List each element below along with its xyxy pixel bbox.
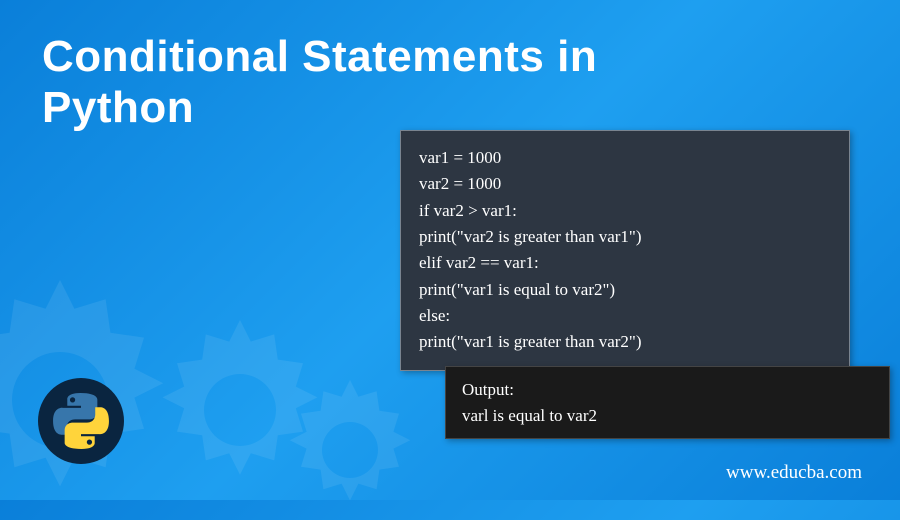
website-url: www.educba.com [726,462,862,484]
title-line-1: Conditional Statements in [42,32,597,83]
output-block: Output: varl is equal to var2 [445,366,890,439]
code-line: print("var1 is greater than var2") [419,329,831,355]
code-line: var1 = 1000 [419,145,831,171]
output-line: varl is equal to var2 [462,403,873,429]
gear-bg-icon [150,320,330,500]
code-line: if var2 > var1: [419,198,831,224]
code-line: print("var2 is greater than var1") [419,224,831,250]
code-line: print("var1 is equal to var2") [419,277,831,303]
python-logo-badge [38,378,124,464]
python-logo-icon [52,392,110,450]
title-line-2: Python [42,83,597,134]
code-line: else: [419,303,831,329]
code-line: var2 = 1000 [419,171,831,197]
code-line: elif var2 == var1: [419,250,831,276]
page-title: Conditional Statements in Python [42,32,597,133]
output-line: Output: [462,377,873,403]
gear-bg-icon [280,380,420,520]
code-block: var1 = 1000 var2 = 1000 if var2 > var1: … [400,130,850,371]
